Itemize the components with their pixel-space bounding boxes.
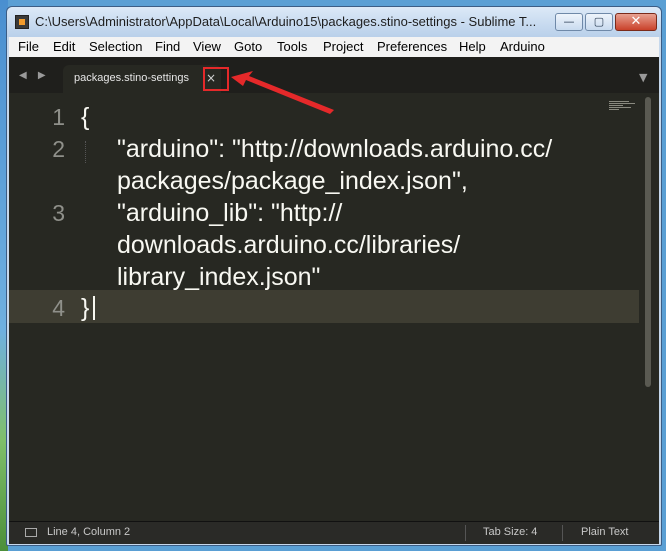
code-open-brace: { [81, 103, 90, 131]
close-window-button[interactable]: ✕ [615, 13, 657, 31]
menu-edit[interactable]: Edit [53, 39, 75, 54]
line-number: 4 [52, 295, 65, 321]
panel-toggle-icon[interactable] [25, 528, 37, 537]
menu-preferences[interactable]: Preferences [377, 39, 447, 54]
menu-goto[interactable]: Goto [234, 39, 262, 54]
code-line: downloads.arduino.cc/libraries/ [117, 231, 461, 259]
line-number: 1 [52, 104, 65, 130]
maximize-button[interactable]: ▢ [585, 13, 613, 31]
cursor-position: Line 4, Column 2 [47, 526, 131, 538]
menu-selection[interactable]: Selection [89, 39, 142, 54]
text-caret [93, 296, 95, 320]
menu-tools[interactable]: Tools [277, 39, 307, 54]
menu-help[interactable]: Help [459, 39, 486, 54]
line-number: 3 [52, 200, 65, 226]
title-bar[interactable]: C:\Users\Administrator\AppData\Local\Ard… [7, 7, 661, 37]
code-line: "arduino": "http://downloads.arduino.cc/ [117, 135, 553, 163]
current-line-highlight [9, 290, 639, 323]
sublime-window: C:\Users\Administrator\AppData\Local\Ard… [6, 6, 662, 546]
status-divider [465, 525, 466, 541]
indent-guide [85, 141, 87, 163]
status-divider [562, 525, 563, 541]
status-bar: Line 4, Column 2 Tab Size: 4 Plain Text [9, 521, 659, 544]
code-line: library_index.json" [117, 263, 321, 291]
minimap[interactable] [609, 101, 635, 113]
sublime-text-icon [15, 15, 29, 29]
menu-project[interactable]: Project [323, 39, 363, 54]
line-number: 2 [52, 136, 65, 162]
editor-area[interactable]: ◀ ▶ packages.stino-settings × ▼ 1 2 3 4 … [9, 57, 659, 521]
menu-view[interactable]: View [193, 39, 221, 54]
minimize-button[interactable]: — [555, 13, 583, 31]
menu-arduino[interactable]: Arduino [500, 39, 545, 54]
vertical-scrollbar[interactable] [644, 97, 652, 517]
code-line: "arduino_lib": "http:// [117, 199, 343, 227]
syntax-indicator[interactable]: Plain Text [581, 526, 629, 538]
menu-file[interactable]: File [18, 39, 39, 54]
scroll-thumb[interactable] [645, 97, 651, 387]
menu-find[interactable]: Find [155, 39, 180, 54]
menu-bar: File Edit Selection Find View Goto Tools… [9, 37, 659, 58]
code-close-brace: } [81, 294, 90, 322]
window-title: C:\Users\Administrator\AppData\Local\Ard… [35, 14, 537, 29]
code-line: packages/package_index.json", [117, 167, 468, 195]
tab-size-indicator[interactable]: Tab Size: 4 [483, 526, 537, 538]
